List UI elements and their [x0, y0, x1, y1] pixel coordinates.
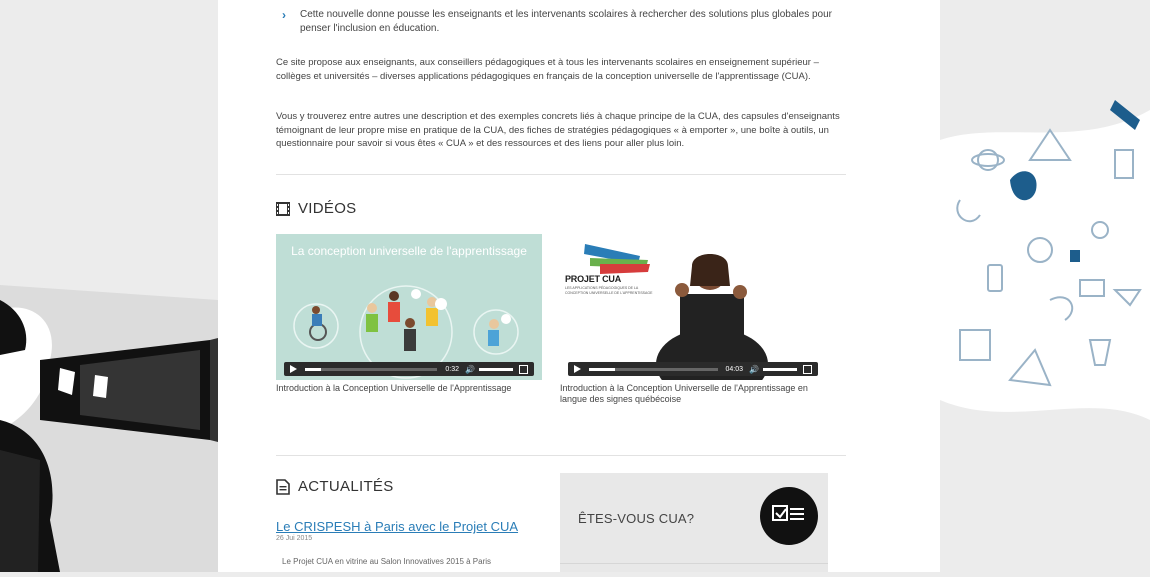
video-card-1: La conception universelle de l'apprentis…	[276, 234, 542, 394]
play-icon[interactable]	[290, 365, 297, 373]
seek-bar[interactable]	[589, 367, 718, 371]
play-icon[interactable]	[574, 365, 581, 373]
volume-slider[interactable]	[763, 367, 797, 371]
video-time: 0:32	[445, 365, 460, 373]
section-divider	[276, 455, 846, 456]
video-controls-1: 0:32 🔊	[284, 362, 534, 376]
film-icon	[276, 201, 290, 216]
video-thumbnail-signer	[584, 244, 826, 380]
megaphone-illustration	[0, 0, 218, 572]
video-caption-2: Introduction à la Conception Universelle…	[560, 383, 808, 404]
fullscreen-icon[interactable]	[519, 364, 528, 374]
news-heading-label: ACTUALITÉS	[298, 478, 394, 495]
video-player-2[interactable]: PROJET CUA LES APPLICATIONS PÉDAGOGIQUES…	[560, 234, 826, 380]
volume-slider[interactable]	[479, 367, 513, 371]
projet-cua-logo: PROJET CUA	[565, 274, 622, 284]
volume-icon[interactable]: 🔊	[465, 365, 475, 374]
left-decorative-banner	[0, 0, 218, 572]
news-heading: ACTUALITÉS	[276, 478, 394, 495]
news-item-title-link[interactable]: Le CRISPESH à Paris avec le Projet CUA	[276, 519, 518, 534]
cua-quiz-panel[interactable]: ÊTES-VOUS CUA?	[560, 473, 828, 572]
volume-icon[interactable]: 🔊	[749, 365, 759, 374]
document-icon	[276, 478, 290, 495]
intro-paragraph-1: Ce site propose aux enseignants, aux con…	[276, 57, 819, 82]
video-card-2: PROJET CUA LES APPLICATIONS PÉDAGOGIQUES…	[560, 234, 826, 405]
video-player-1[interactable]: La conception universelle de l'apprentis…	[276, 234, 542, 380]
videos-heading-label: VIDÉOS	[298, 200, 357, 217]
video-time: 04:03	[725, 365, 744, 373]
news-item-date: 26 Jui 2015	[276, 535, 313, 542]
video-caption-1: Introduction à la Conception Universelle…	[276, 383, 512, 393]
intro-paragraph-2: Vous y trouverez entre autres une descri…	[276, 111, 840, 149]
fullscreen-icon[interactable]	[803, 364, 812, 374]
videos-heading: VIDÉOS	[276, 200, 356, 217]
news-item-excerpt: Le Projet CUA en vitrine au Salon Innova…	[282, 557, 492, 566]
main-content: › Cette nouvelle donne pousse les enseig…	[218, 0, 940, 572]
chevron-right-icon: ›	[282, 8, 286, 22]
cua-quiz-label: ÊTES-VOUS CUA?	[578, 511, 695, 526]
section-divider	[276, 174, 846, 175]
intro-bullet-text: Cette nouvelle donne pousse les enseigna…	[300, 9, 832, 34]
checklist-icon	[760, 487, 818, 545]
projet-cua-logo-subtitle: LES APPLICATIONS PÉDAGOGIQUES DE LA CONC…	[565, 286, 653, 295]
seek-bar[interactable]	[305, 367, 438, 371]
right-decorative-banner	[940, 0, 1150, 572]
education-icons-pattern	[940, 0, 1150, 572]
video-controls-2: 04:03 🔊	[568, 362, 818, 376]
intro-bullet: › Cette nouvelle donne pousse les enseig…	[276, 8, 846, 36]
video-thumbnail-illustration	[293, 285, 519, 379]
panel-divider	[560, 563, 828, 564]
